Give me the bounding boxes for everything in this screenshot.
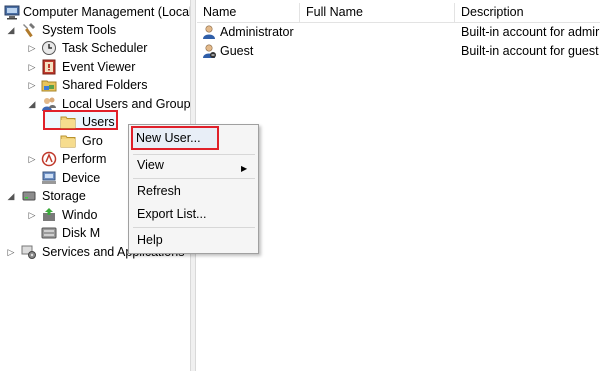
expand-arrow-icon[interactable]: ▷	[6, 243, 16, 261]
tree-item-label: Storage	[42, 189, 86, 203]
tree-item-label: Task Scheduler	[62, 41, 148, 55]
tree-item-label: Event Viewer	[62, 60, 136, 74]
tree-item-label: Perform	[62, 152, 107, 166]
tree-item-task-scheduler[interactable]: ▷ Task Scheduler	[0, 39, 190, 57]
folder-icon	[60, 114, 76, 130]
tree-item-event-viewer[interactable]: ▷ Event Viewer	[0, 58, 190, 76]
services-applications-icon	[21, 244, 37, 260]
menu-separator	[133, 178, 255, 179]
storage-icon	[21, 188, 37, 204]
tree-item-label: Disk M	[62, 226, 101, 240]
menu-item-label: View	[137, 158, 164, 172]
performance-icon	[41, 151, 57, 167]
tree-item-system-tools[interactable]: ◢ System Tools	[0, 21, 190, 39]
user-name-cell: Guest	[220, 44, 254, 58]
tree-item-label: Users	[82, 115, 115, 129]
tree-item-computer-management[interactable]: Computer Management (Local	[0, 3, 190, 21]
system-tools-icon	[21, 22, 37, 38]
column-header-description[interactable]: Description	[455, 3, 600, 23]
user-description-cell: Built-in account for guest	[461, 44, 599, 58]
tree-item-label: System Tools	[42, 23, 117, 37]
task-scheduler-icon	[41, 40, 57, 56]
shared-folders-icon	[41, 77, 57, 93]
computer-management-icon	[4, 4, 20, 20]
user-description-cell: Built-in account for admir	[461, 25, 600, 39]
collapse-arrow-icon[interactable]: ◢	[27, 95, 37, 113]
column-header-name[interactable]: Name	[197, 3, 300, 23]
windows-server-backup-icon	[41, 207, 57, 223]
menu-item-new-user-label[interactable]: New User...	[136, 129, 201, 147]
table-row[interactable]: Administrator Built-in account for admir	[197, 23, 600, 42]
menu-separator	[133, 227, 255, 228]
expand-arrow-icon[interactable]: ▷	[27, 58, 37, 76]
tree-item-label: Gro	[82, 134, 103, 148]
submenu-arrow-icon: ▶	[241, 164, 248, 173]
menu-item-export-list[interactable]: Export List...	[137, 205, 206, 223]
tree-item-label: Shared Folders	[62, 78, 148, 92]
collapse-arrow-icon[interactable]: ◢	[6, 21, 16, 39]
user-icon	[201, 24, 217, 40]
folder-icon	[60, 133, 76, 149]
menu-item-view[interactable]: View	[137, 156, 252, 174]
menu-item-refresh[interactable]: Refresh	[137, 182, 181, 200]
tree-item-label: Device	[62, 171, 101, 185]
user-icon	[201, 43, 217, 59]
event-viewer-icon	[41, 59, 57, 75]
expand-arrow-icon[interactable]: ▷	[27, 206, 37, 224]
tree-item-label: Windo	[62, 208, 98, 222]
column-header-full-name[interactable]: Full Name	[300, 3, 455, 23]
expand-arrow-icon[interactable]: ▷	[27, 39, 37, 57]
expand-arrow-icon[interactable]: ▷	[27, 76, 37, 94]
menu-item-help[interactable]: Help	[137, 231, 163, 249]
menu-separator	[133, 154, 255, 155]
table-row[interactable]: Guest Built-in account for guest	[197, 42, 600, 61]
user-name-cell: Administrator	[220, 25, 294, 39]
tree-item-shared-folders[interactable]: ▷ Shared Folders	[0, 76, 190, 94]
disk-management-icon	[41, 225, 57, 241]
collapse-arrow-icon[interactable]: ◢	[6, 187, 16, 205]
tree-item-label: Computer Management (Local	[23, 5, 190, 19]
device-manager-icon	[41, 170, 57, 186]
expand-arrow-icon[interactable]: ▷	[27, 150, 37, 168]
